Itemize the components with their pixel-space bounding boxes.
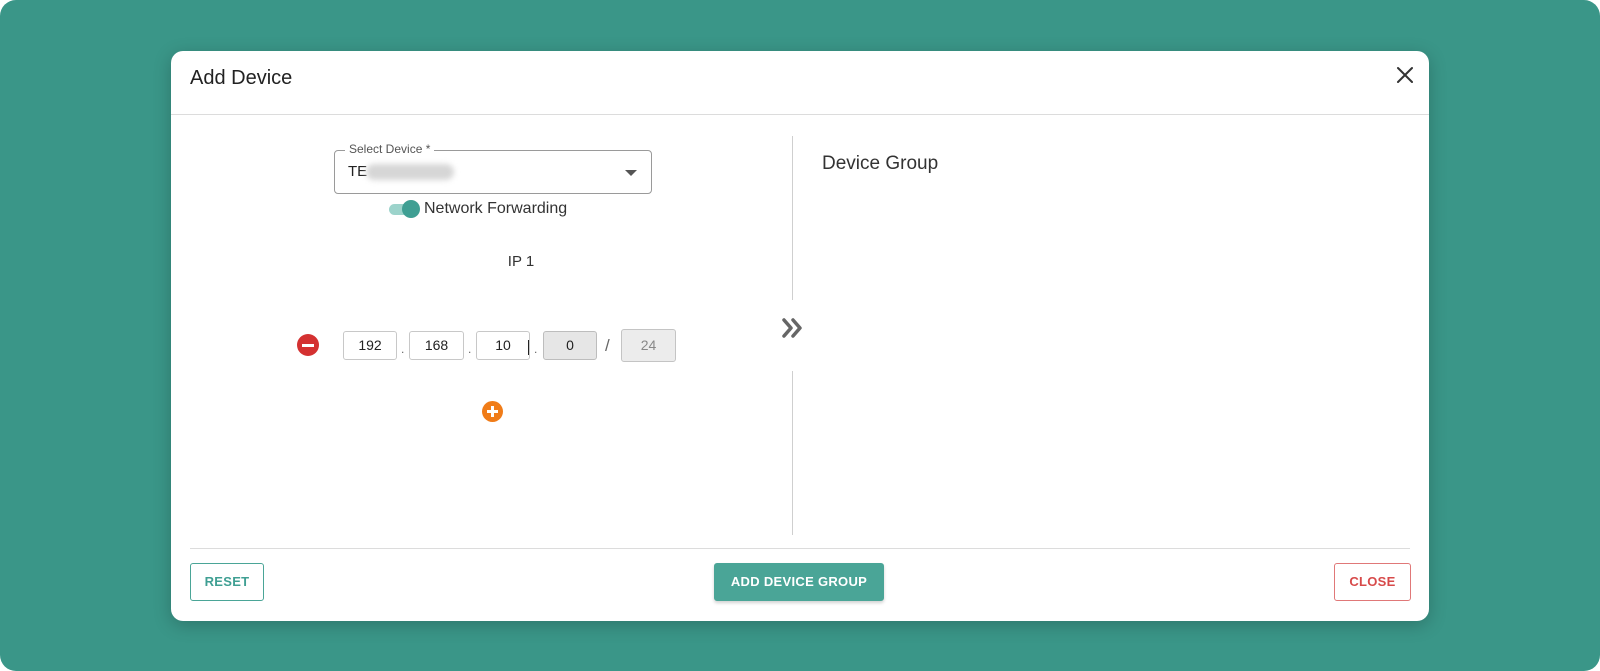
close-button[interactable]: CLOSE — [1334, 563, 1411, 601]
ip-octet-4-input[interactable]: 0 — [543, 331, 597, 360]
network-forwarding-label: Network Forwarding — [424, 200, 568, 217]
ip-entry-label: IP 1 — [507, 253, 535, 270]
reset-button[interactable]: RESET — [190, 563, 264, 601]
footer-divider — [190, 548, 1410, 549]
text-cursor — [528, 340, 529, 355]
close-icon[interactable] — [1393, 63, 1417, 87]
select-device-field[interactable]: Select Device * TE — [334, 142, 652, 194]
double-chevron-right-icon[interactable] — [780, 315, 806, 341]
device-config-pane: Select Device * TE Network Forwarding IP… — [171, 116, 792, 536]
redacted-device-name — [366, 164, 454, 180]
ip-octet-2-input[interactable]: 168 — [409, 331, 464, 360]
chevron-down-icon[interactable] — [625, 170, 637, 176]
add-device-modal: Add Device Select Device * TE Network Fo… — [171, 51, 1429, 621]
network-forwarding-toggle[interactable] — [389, 200, 420, 218]
ip-octet-1-input[interactable]: 192 — [343, 331, 397, 360]
octet-separator: . — [401, 342, 405, 356]
modal-title: Add Device — [190, 67, 293, 89]
modal-header: Add Device — [171, 51, 1429, 115]
octet-separator: . — [534, 342, 538, 356]
subnet-mask-input[interactable]: 24 — [621, 329, 676, 362]
add-device-group-button[interactable]: ADD DEVICE GROUP — [714, 563, 884, 601]
pane-divider — [792, 371, 793, 535]
add-ip-icon[interactable] — [482, 401, 503, 422]
remove-ip-icon[interactable] — [297, 334, 319, 356]
select-device-value: TE — [348, 163, 368, 180]
octet-separator: . — [468, 342, 472, 356]
select-device-label: Select Device * — [345, 142, 435, 156]
toggle-knob — [402, 200, 420, 218]
ip-octet-3-input[interactable]: 10 — [476, 331, 530, 360]
mask-separator: / — [605, 336, 610, 355]
device-group-title: Device Group — [822, 153, 939, 174]
pane-divider — [792, 136, 793, 300]
